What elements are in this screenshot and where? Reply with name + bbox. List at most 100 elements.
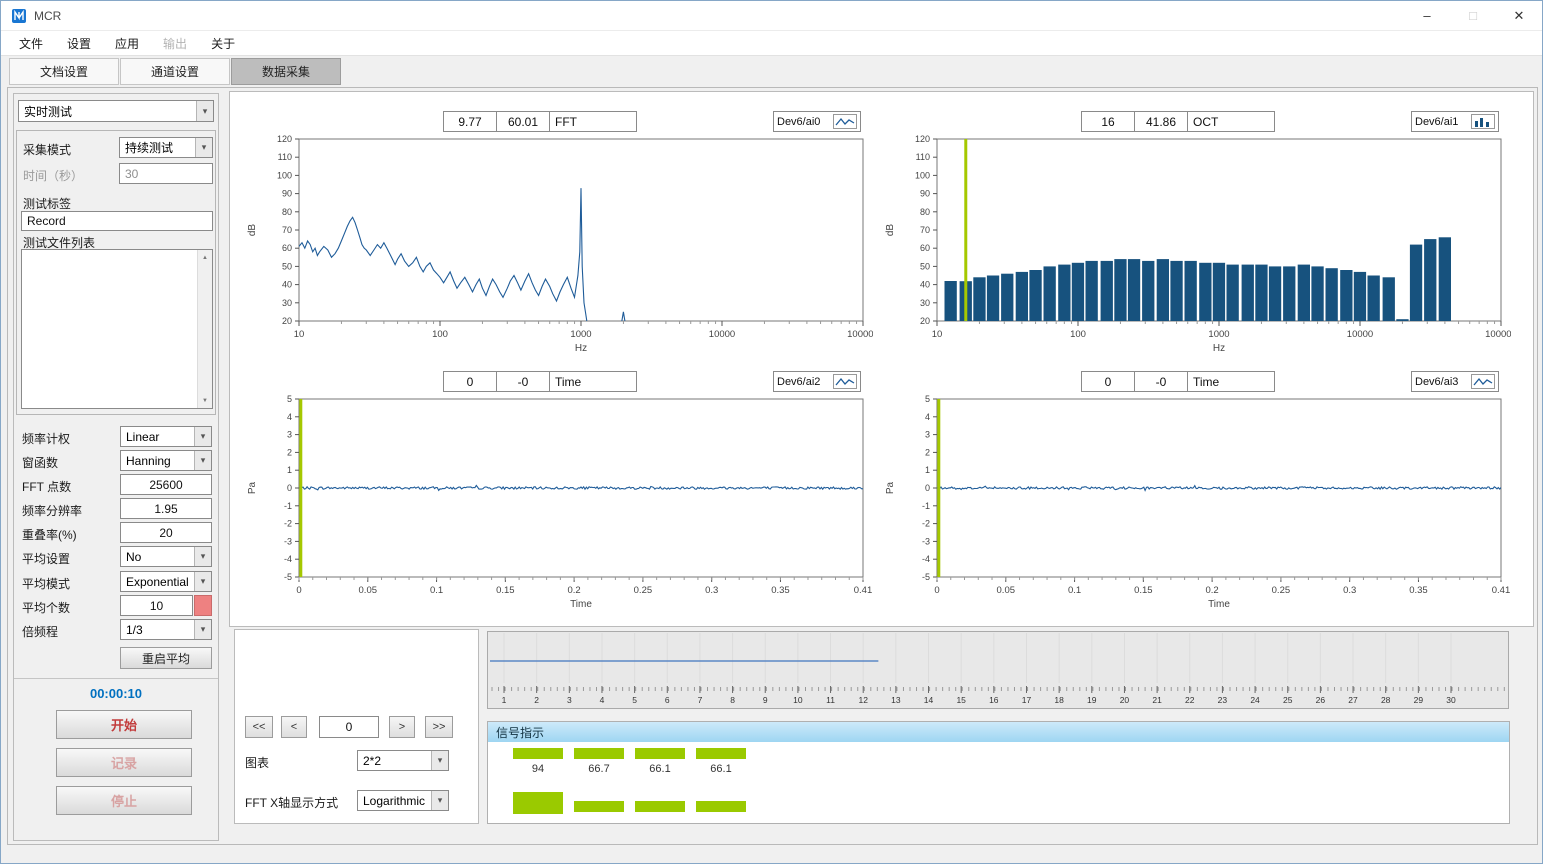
svg-text:80: 80 xyxy=(920,207,930,217)
maximize-button[interactable]: □ xyxy=(1450,1,1496,30)
tab-document-settings[interactable]: 文档设置 xyxy=(9,58,119,85)
nav-last-button[interactable]: >> xyxy=(425,716,453,738)
chart-type-label: Time xyxy=(1187,371,1275,392)
svg-text:0.2: 0.2 xyxy=(568,585,581,596)
freq-weighting-label: 频率计权 xyxy=(22,430,70,447)
average-mode-label: 平均模式 xyxy=(22,575,70,592)
signal-indicator-panel: 信号指示 94 66.7 66.1 66.1 xyxy=(487,721,1510,824)
channel-selector[interactable]: Dev6/ai1 xyxy=(1411,111,1499,132)
page-index-input[interactable]: 0 xyxy=(319,716,379,738)
svg-text:100000: 100000 xyxy=(1485,329,1511,340)
octave-select[interactable]: 1/3 xyxy=(120,619,212,640)
time-seconds-input[interactable]: 30 xyxy=(119,163,213,184)
stop-button: 停止 xyxy=(56,786,192,815)
chevron-down-icon[interactable] xyxy=(195,138,212,157)
svg-text:-3: -3 xyxy=(922,536,930,546)
svg-text:0.41: 0.41 xyxy=(854,585,873,596)
svg-text:110: 110 xyxy=(916,152,930,162)
chart-layout-select[interactable]: 2*2 xyxy=(357,750,449,771)
menu-apply[interactable]: 应用 xyxy=(103,35,151,52)
svg-text:0.25: 0.25 xyxy=(634,585,653,596)
tab-data-acquisition[interactable]: 数据采集 xyxy=(231,58,341,85)
svg-text:10000: 10000 xyxy=(709,329,735,340)
svg-text:120: 120 xyxy=(915,134,930,144)
svg-text:5: 5 xyxy=(632,695,637,705)
tab-channel-settings[interactable]: 通道设置 xyxy=(120,58,230,85)
time-chart-ai3: 0 -0 Time Dev6/ai3 -5-4-3-2-1012345Pa00.… xyxy=(879,371,1511,632)
level-meter-ch0 xyxy=(513,748,563,759)
svg-text:-4: -4 xyxy=(284,554,292,564)
nav-first-button[interactable]: << xyxy=(245,716,273,738)
menu-file[interactable]: 文件 xyxy=(7,35,55,52)
svg-text:1000: 1000 xyxy=(1208,329,1229,340)
scroll-down-icon[interactable] xyxy=(198,393,212,408)
time-plot-ai3[interactable]: -5-4-3-2-1012345Pa00.050.10.150.20.250.3… xyxy=(879,393,1511,627)
svg-text:0.3: 0.3 xyxy=(705,585,718,596)
chevron-down-icon[interactable] xyxy=(431,791,448,810)
average-count-input[interactable]: 10 xyxy=(120,595,193,616)
fft-xaxis-mode-label: FFT X轴显示方式 xyxy=(245,794,338,811)
average-setting-select[interactable]: No xyxy=(120,546,212,567)
test-mode-select[interactable]: 实时测试 xyxy=(18,100,214,122)
svg-text:10000: 10000 xyxy=(1347,329,1373,340)
svg-text:1: 1 xyxy=(925,465,930,475)
display-controls-panel: << < 0 > >> 图表 2*2 FFT X轴显示方式 Logarithmi… xyxy=(234,629,479,824)
svg-text:70: 70 xyxy=(282,225,292,235)
window-function-select[interactable]: Hanning xyxy=(120,450,212,471)
octave-plot[interactable]: 2030405060708090100110120dB1010010001000… xyxy=(879,133,1511,371)
window-function-label: 窗函数 xyxy=(22,454,58,471)
cursor-y-readout: 60.01 xyxy=(496,111,550,132)
level-meter-ch1 xyxy=(574,748,624,759)
fft-points-input[interactable]: 25600 xyxy=(120,474,212,495)
start-button[interactable]: 开始 xyxy=(56,710,192,739)
svg-text:-3: -3 xyxy=(284,536,292,546)
chevron-down-icon[interactable] xyxy=(194,427,211,446)
minimize-button[interactable]: – xyxy=(1404,1,1450,30)
svg-text:0.41: 0.41 xyxy=(1492,585,1511,596)
close-button[interactable]: ✕ xyxy=(1496,1,1542,30)
nav-next-button[interactable]: > xyxy=(389,716,415,738)
listbox-scrollbar[interactable] xyxy=(197,250,212,408)
channel-selector[interactable]: Dev6/ai3 xyxy=(1411,371,1499,392)
freq-weighting-select[interactable]: Linear xyxy=(120,426,212,447)
svg-text:-4: -4 xyxy=(922,554,930,564)
divider xyxy=(14,678,218,679)
svg-text:100: 100 xyxy=(277,170,292,180)
chevron-down-icon[interactable] xyxy=(194,451,211,470)
fft-xaxis-mode-select[interactable]: Logarithmic xyxy=(357,790,449,811)
svg-text:0.35: 0.35 xyxy=(771,585,790,596)
timeline-strip[interactable]: 1234567891011121314151617181920212223242… xyxy=(487,631,1509,709)
acq-mode-select[interactable]: 持续测试 xyxy=(119,137,213,158)
nav-prev-button[interactable]: < xyxy=(281,716,307,738)
svg-text:7: 7 xyxy=(698,695,703,705)
app-window: MCR – □ ✕ 文件 设置 应用 输出 关于 文档设置 通道设置 数据采集 … xyxy=(0,0,1543,864)
chevron-down-icon[interactable] xyxy=(194,572,211,591)
svg-text:0.1: 0.1 xyxy=(430,585,443,596)
restart-average-button[interactable]: 重启平均 xyxy=(120,647,212,669)
chevron-down-icon[interactable] xyxy=(196,101,213,121)
time-plot-ai2[interactable]: -5-4-3-2-1012345Pa00.050.10.150.20.250.3… xyxy=(241,393,873,627)
overlap-input[interactable]: 20 xyxy=(120,522,212,543)
menu-about[interactable]: 关于 xyxy=(199,35,247,52)
svg-text:24: 24 xyxy=(1250,695,1260,705)
chevron-down-icon[interactable] xyxy=(431,751,448,770)
svg-text:-1: -1 xyxy=(922,501,930,511)
svg-text:0: 0 xyxy=(287,483,292,493)
svg-text:10: 10 xyxy=(932,329,943,340)
scroll-up-icon[interactable] xyxy=(198,250,212,265)
channel-selector[interactable]: Dev6/ai2 xyxy=(773,371,861,392)
fft-plot[interactable]: 2030405060708090100110120dB1010010001000… xyxy=(241,133,873,371)
average-mode-select[interactable]: Exponential xyxy=(120,571,212,592)
svg-text:60: 60 xyxy=(282,243,292,253)
line-chart-icon xyxy=(1471,374,1495,389)
svg-text:Time: Time xyxy=(570,599,592,610)
freq-resolution-input[interactable]: 1.95 xyxy=(120,498,212,519)
test-label-input[interactable]: Record xyxy=(21,211,213,231)
svg-text:26: 26 xyxy=(1316,695,1326,705)
test-file-listbox[interactable] xyxy=(21,249,213,409)
chevron-down-icon[interactable] xyxy=(194,620,211,639)
window-controls: – □ ✕ xyxy=(1404,1,1542,30)
menu-settings[interactable]: 设置 xyxy=(55,35,103,52)
chevron-down-icon[interactable] xyxy=(194,547,211,566)
channel-selector[interactable]: Dev6/ai0 xyxy=(773,111,861,132)
